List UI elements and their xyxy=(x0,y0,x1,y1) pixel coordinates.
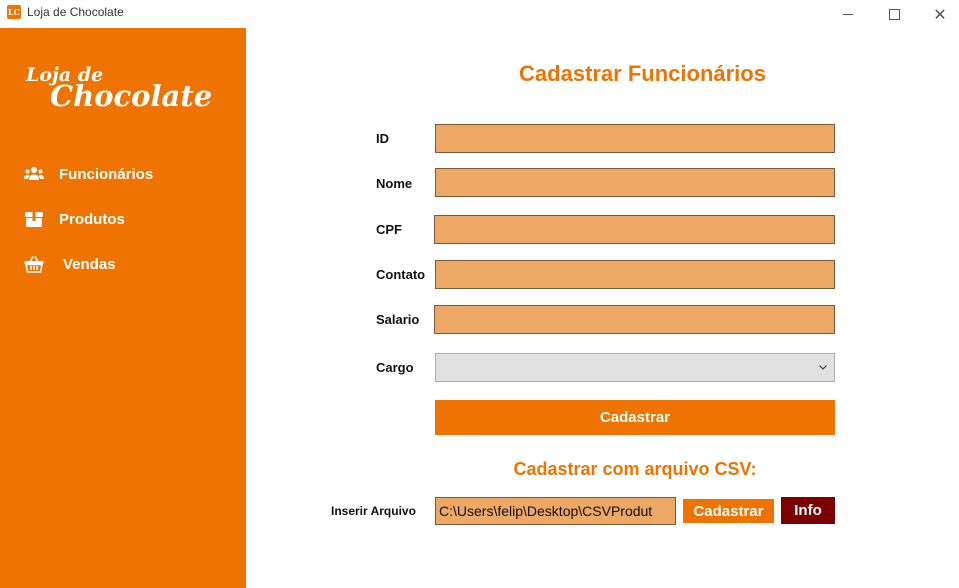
cadastrar-button[interactable]: Cadastrar xyxy=(435,400,835,435)
cargo-select[interactable] xyxy=(435,353,835,382)
close-icon: ✕ xyxy=(933,4,947,24)
salario-field[interactable] xyxy=(434,305,835,334)
salario-label: Salario xyxy=(376,312,420,327)
contato-label: Contato xyxy=(376,267,426,282)
brand-logo: Loja de Chocolate xyxy=(26,66,212,111)
id-field[interactable] xyxy=(435,124,835,153)
sidebar-item-vendas[interactable]: Vendas xyxy=(24,253,116,275)
id-label: ID xyxy=(376,131,389,146)
nome-field[interactable] xyxy=(435,168,835,197)
box-icon xyxy=(25,212,43,227)
maximize-button[interactable] xyxy=(871,0,917,28)
sidebar-item-funcionarios[interactable]: Funcionários xyxy=(24,163,153,185)
sidebar-item-label: Vendas xyxy=(63,255,116,273)
window-title: Loja de Chocolate xyxy=(27,5,124,19)
file-label: Inserir Arquivo xyxy=(331,504,416,518)
app-logo-icon: LC xyxy=(7,5,21,19)
cpf-field[interactable] xyxy=(434,215,835,244)
contato-field[interactable] xyxy=(435,260,835,289)
maximize-icon xyxy=(888,8,900,20)
sidebar-item-produtos[interactable]: Produtos xyxy=(24,208,125,230)
close-button[interactable]: ✕ xyxy=(917,0,959,28)
csv-cadastrar-button[interactable]: Cadastrar xyxy=(683,499,774,523)
users-icon xyxy=(24,167,44,180)
info-button[interactable]: Info xyxy=(781,497,835,524)
cpf-label: CPF xyxy=(376,222,402,237)
page-title: Cadastrar Funcionários xyxy=(519,61,766,86)
cargo-label: Cargo xyxy=(376,360,414,375)
chevron-down-icon xyxy=(819,365,827,370)
minimize-icon xyxy=(843,13,853,15)
sidebar: Loja de Chocolate Funcionários Produtos xyxy=(0,28,246,588)
file-path-input[interactable]: C:\Users\felip\Desktop\CSVProdut xyxy=(435,497,676,525)
logo-line-2: Chocolate xyxy=(50,79,213,113)
title-bar: LC Loja de Chocolate ✕ xyxy=(0,0,959,28)
csv-section-title: Cadastrar com arquivo CSV: xyxy=(513,459,757,479)
sidebar-item-label: Produtos xyxy=(59,210,125,228)
basket-icon xyxy=(24,256,44,273)
nome-label: Nome xyxy=(376,176,413,191)
minimize-button[interactable] xyxy=(825,0,871,28)
sidebar-item-label: Funcionários xyxy=(59,165,154,183)
